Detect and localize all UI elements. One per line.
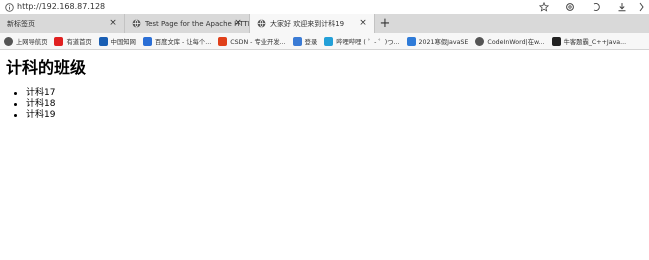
page-title: 计科的班级 bbox=[6, 58, 87, 77]
globe-icon bbox=[475, 36, 485, 46]
bookmark-label: 上网导航页 bbox=[16, 38, 48, 46]
bookmark-label: 百度文库 - 让每个... bbox=[154, 38, 212, 46]
bookmark-label: CSDN - 专业开发... bbox=[230, 38, 286, 46]
bookmark-item[interactable]: 牛客题霸_C++Java... bbox=[551, 33, 627, 49]
bookmark-label: 2021寒假JavaSE bbox=[418, 38, 469, 46]
bookmark-label: 中国知网 bbox=[110, 38, 136, 46]
dash-icon bbox=[406, 36, 416, 46]
globe-icon bbox=[257, 19, 266, 28]
bookmark-item[interactable]: 登录 bbox=[292, 33, 318, 49]
bookmark-star-icon[interactable] bbox=[531, 0, 557, 14]
bookmark-item[interactable]: 上网导航页 bbox=[4, 33, 48, 49]
new-tab-button[interactable]: + bbox=[375, 14, 395, 33]
download-icon[interactable] bbox=[609, 0, 635, 14]
tab-apache-test-page[interactable]: Test Page for the Apache HTTP × bbox=[125, 14, 250, 33]
login-icon bbox=[292, 36, 302, 46]
toolbar-actions bbox=[531, 0, 649, 14]
bookmark-item[interactable]: 2021寒假JavaSE bbox=[406, 33, 469, 49]
bookmarks-bar: 上网导航页 有道首页 中国知网 百度文库 - 让每个... CSDN - 专业开发...… bbox=[0, 33, 649, 50]
bookmark-label: 哔哩哔哩 ( ゜- ゜)つ... bbox=[336, 38, 400, 46]
cnki-icon bbox=[98, 36, 108, 46]
address-bar[interactable]: http://192.168.87.128 bbox=[0, 0, 649, 14]
bookmark-item[interactable]: CodeInWord|在w... bbox=[475, 33, 545, 49]
url-text[interactable]: http://192.168.87.128 bbox=[17, 0, 105, 14]
list-item: 计科17 bbox=[13, 88, 56, 98]
youdao-icon bbox=[54, 36, 64, 46]
globe-icon bbox=[132, 19, 141, 28]
class-list: 计科17 计科18 计科19 bbox=[13, 88, 56, 121]
close-icon[interactable]: × bbox=[233, 18, 243, 28]
tab-new-tab-page[interactable]: 新标签页 × bbox=[0, 14, 125, 33]
reload-icon[interactable] bbox=[557, 0, 583, 14]
globe-icon bbox=[4, 36, 13, 46]
tab-strip: 新标签页 × Test Page for the Apache HTTP × 大… bbox=[0, 14, 649, 33]
info-icon[interactable] bbox=[4, 2, 14, 12]
tv-icon bbox=[324, 36, 334, 46]
undo-icon[interactable] bbox=[583, 0, 609, 14]
bookmark-item[interactable]: 哔哩哔哩 ( ゜- ゜)つ... bbox=[324, 33, 400, 49]
bookmark-label: 登录 bbox=[304, 38, 318, 46]
paw-icon bbox=[142, 36, 152, 46]
csdn-icon bbox=[218, 36, 228, 46]
bookmark-item[interactable]: 百度文库 - 让每个... bbox=[142, 33, 212, 49]
tab-active-page[interactable]: 大家好 欢迎来到计科19 × bbox=[250, 14, 375, 33]
bookmark-item[interactable]: 有道首页 bbox=[54, 33, 92, 49]
list-item: 计科18 bbox=[13, 99, 56, 109]
bookmark-item[interactable]: 中国知网 bbox=[98, 33, 136, 49]
bookmark-label: 有道首页 bbox=[66, 38, 92, 46]
menu-icon[interactable] bbox=[635, 0, 649, 14]
nowcoder-icon bbox=[551, 36, 561, 46]
list-item: 计科19 bbox=[13, 110, 56, 120]
close-icon[interactable]: × bbox=[358, 18, 368, 28]
bookmark-item[interactable]: CSDN - 专业开发... bbox=[218, 33, 286, 49]
page-content: 计科的班级 计科17 计科18 计科19 bbox=[0, 51, 649, 260]
bookmark-label: CodeInWord|在w... bbox=[487, 38, 545, 46]
tab-title: 新标签页 bbox=[7, 19, 35, 28]
bookmark-label: 牛客题霸_C++Java... bbox=[563, 38, 627, 46]
close-icon[interactable]: × bbox=[108, 18, 118, 28]
